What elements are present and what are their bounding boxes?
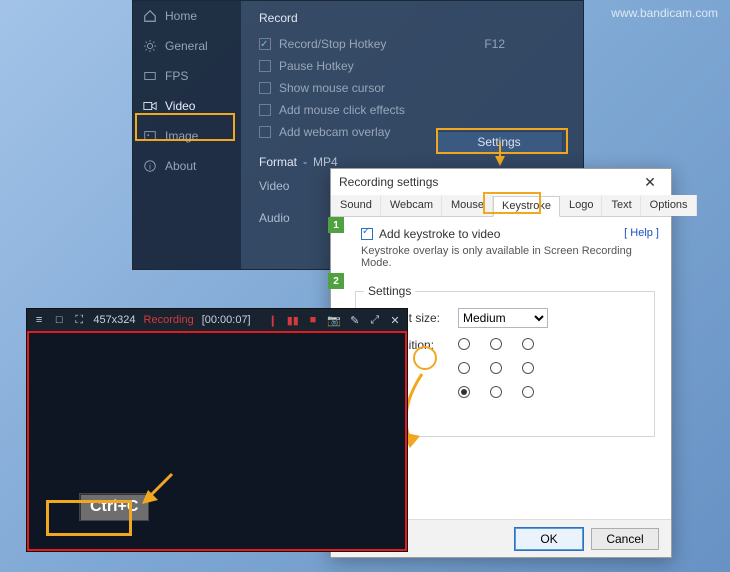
sidebar: Home General FPS Video Image i About <box>133 1 241 269</box>
sidebar-item-label: Image <box>165 129 198 143</box>
help-link[interactable]: [ Help ] <box>624 227 659 239</box>
image-icon <box>143 129 157 143</box>
sidebar-item-label: About <box>165 159 196 173</box>
pause-icon[interactable]: ▮▮ <box>287 313 299 327</box>
recording-preview-window: ≡ □ ⛶ 457x324 Recording [00:00:07] ❙ ▮▮ … <box>26 308 408 552</box>
tab-webcam[interactable]: Webcam <box>381 195 442 216</box>
camera-icon[interactable]: 📷 <box>327 313 341 327</box>
dialog-tabs: Sound Webcam Mouse Keystroke Logo Text O… <box>331 195 671 217</box>
tab-mouse[interactable]: Mouse <box>442 195 493 216</box>
checkbox-click-effects[interactable] <box>259 104 271 116</box>
dialog-titlebar: Recording settings ✕ <box>331 169 671 195</box>
fieldset-legend: Settings <box>364 284 415 298</box>
sidebar-item-image[interactable]: Image <box>133 121 241 151</box>
arrow-down-icon <box>495 156 505 166</box>
tab-logo[interactable]: Logo <box>560 195 602 216</box>
radio-mid-right[interactable] <box>522 362 534 374</box>
checkbox-add-keystroke[interactable] <box>361 228 373 240</box>
checkbox-record-hotkey[interactable] <box>259 38 271 50</box>
step-badge-2: 2 <box>328 273 344 289</box>
sidebar-item-about[interactable]: i About <box>133 151 241 181</box>
checkbox-webcam-overlay[interactable] <box>259 126 271 138</box>
mic-icon[interactable]: ❙ <box>267 313 279 327</box>
checkbox-pause-hotkey[interactable] <box>259 60 271 72</box>
radio-mid-left[interactable] <box>458 362 470 374</box>
record-section-title: Record <box>259 11 565 25</box>
tab-keystroke[interactable]: Keystroke <box>493 196 560 217</box>
label-record-hotkey: Record/Stop Hotkey <box>279 37 386 51</box>
font-size-select[interactable]: Medium <box>458 308 548 328</box>
menu-icon[interactable]: ≡ <box>33 313 45 327</box>
step-badge-1: 1 <box>328 217 344 233</box>
radio-bottom-right[interactable] <box>522 386 534 398</box>
draw-icon[interactable]: ✎ <box>349 313 361 327</box>
fps-icon <box>143 69 157 83</box>
cancel-button[interactable]: Cancel <box>591 528 659 550</box>
sidebar-item-fps[interactable]: FPS <box>133 61 241 91</box>
expand-icon[interactable]: ⤢ <box>369 313 381 327</box>
dialog-title: Recording settings <box>339 175 438 189</box>
position-radio-grid <box>458 338 544 406</box>
tab-sound[interactable]: Sound <box>331 195 381 216</box>
radio-bottom-left[interactable] <box>458 386 470 398</box>
keystroke-note: Keystroke overlay is only available in S… <box>361 245 659 269</box>
label-mouse-cursor: Show mouse cursor <box>279 81 385 95</box>
sidebar-item-label: Video <box>165 99 195 113</box>
sidebar-item-general[interactable]: General <box>133 31 241 61</box>
sidebar-item-label: FPS <box>165 69 188 83</box>
monitor-icon[interactable]: □ <box>53 313 65 327</box>
diagonal-arrow-icon <box>138 468 178 508</box>
fullscreen-icon[interactable]: ⛶ <box>73 313 85 327</box>
watermark: www.bandicam.com <box>611 6 718 20</box>
recording-status: Recording <box>144 314 194 326</box>
format-row: Format - MP4 <box>259 155 565 169</box>
tab-options[interactable]: Options <box>641 195 697 216</box>
radio-mid-center[interactable] <box>490 362 502 374</box>
home-icon <box>143 9 157 23</box>
radio-bottom-center[interactable] <box>490 386 502 398</box>
row-click-effects: Add mouse click effects <box>259 99 565 121</box>
recording-time: [00:00:07] <box>202 314 251 326</box>
close-button[interactable]: ✕ <box>637 169 663 195</box>
recording-size: 457x324 <box>93 314 135 326</box>
sidebar-item-label: General <box>165 39 208 53</box>
row-mouse-cursor: Show mouse cursor <box>259 77 565 99</box>
sidebar-item-video[interactable]: Video <box>133 91 241 121</box>
sidebar-item-home[interactable]: Home <box>133 1 241 31</box>
format-dash: - <box>303 155 307 169</box>
tab-text[interactable]: Text <box>602 195 640 216</box>
info-icon: i <box>143 159 157 173</box>
video-icon <box>143 99 157 113</box>
close-icon[interactable]: ✕ <box>389 313 401 327</box>
value-record-hotkey: F12 <box>484 37 505 51</box>
radio-top-center[interactable] <box>490 338 502 350</box>
sidebar-item-label: Home <box>165 9 197 23</box>
ok-button[interactable]: OK <box>515 528 583 550</box>
row-record-hotkey: Record/Stop Hotkey F12 <box>259 33 565 55</box>
stop-icon[interactable]: ■ <box>307 313 319 327</box>
label-click-effects: Add mouse click effects <box>279 103 405 117</box>
row-pause-hotkey: Pause Hotkey <box>259 55 565 77</box>
recording-toolbar: ≡ □ ⛶ 457x324 Recording [00:00:07] ❙ ▮▮ … <box>27 309 407 331</box>
label-add-keystroke: Add keystroke to video <box>379 227 500 241</box>
label-pause-hotkey: Pause Hotkey <box>279 59 354 73</box>
checkbox-mouse-cursor[interactable] <box>259 82 271 94</box>
radio-top-left[interactable] <box>458 338 470 350</box>
format-value: MP4 <box>313 155 338 169</box>
svg-text:i: i <box>149 163 151 172</box>
row-add-keystroke: Add keystroke to video <box>361 227 659 241</box>
gear-icon <box>143 39 157 53</box>
radio-top-right[interactable] <box>522 338 534 350</box>
format-label: Format <box>259 155 297 169</box>
label-webcam-overlay: Add webcam overlay <box>279 125 390 139</box>
row-font-size: Font size: Medium <box>388 308 640 328</box>
